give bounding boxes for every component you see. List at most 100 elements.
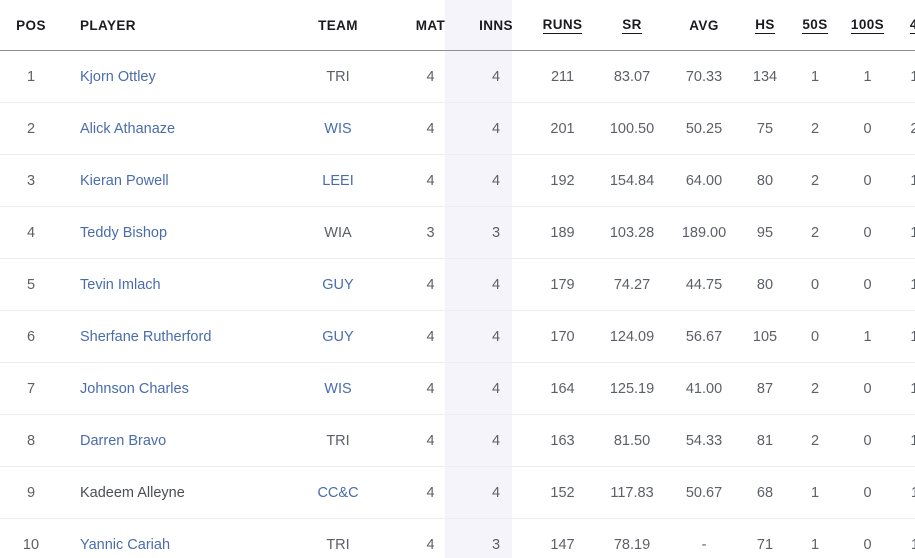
cell-runs: 201 bbox=[529, 103, 596, 155]
cell-runs: 189 bbox=[529, 207, 596, 259]
column-header-label: 50S bbox=[802, 17, 827, 34]
cell-hundreds: 1 bbox=[840, 311, 895, 363]
cell-position: 4 bbox=[0, 207, 62, 259]
cell-fifties: 2 bbox=[790, 155, 840, 207]
column-header-label: RUNS bbox=[543, 17, 583, 34]
cell-team: WIS bbox=[278, 103, 398, 155]
cell-position: 2 bbox=[0, 103, 62, 155]
cell-mat: 4 bbox=[398, 519, 463, 558]
cell-player: Johnson Charles bbox=[62, 363, 278, 415]
cell-position: 8 bbox=[0, 415, 62, 467]
cell-hundreds: 0 bbox=[840, 363, 895, 415]
cell-fours: 18 bbox=[895, 207, 915, 259]
cell-runs: 152 bbox=[529, 467, 596, 519]
cell-mat: 4 bbox=[398, 155, 463, 207]
player-link[interactable]: Yannic Cariah bbox=[80, 537, 170, 553]
player-name: Kadeem Alleyne bbox=[80, 485, 185, 501]
column-header-fours[interactable]: 4S bbox=[895, 0, 915, 51]
cell-player: Yannic Cariah bbox=[62, 519, 278, 558]
table-row: 7Johnson CharlesWIS44164125.1941.0087201… bbox=[0, 363, 915, 415]
cell-player: Kjorn Ottley bbox=[62, 51, 278, 103]
table-row: 6Sherfane RutherfordGUY44170124.0956.671… bbox=[0, 311, 915, 363]
column-header-fifties[interactable]: 50S bbox=[790, 0, 840, 51]
cell-fifties: 2 bbox=[790, 103, 840, 155]
cell-avg: 50.25 bbox=[668, 103, 740, 155]
cell-hs: 105 bbox=[740, 311, 790, 363]
cell-fours: 11 bbox=[895, 519, 915, 558]
cell-hundreds: 0 bbox=[840, 207, 895, 259]
cell-sr: 124.09 bbox=[596, 311, 668, 363]
column-header-team: TEAM bbox=[278, 0, 398, 51]
cell-team: WIS bbox=[278, 363, 398, 415]
column-header-hs[interactable]: HS bbox=[740, 0, 790, 51]
cell-sr: 117.83 bbox=[596, 467, 668, 519]
cell-hs: 71 bbox=[740, 519, 790, 558]
cell-hundreds: 0 bbox=[840, 259, 895, 311]
cell-team: TRI bbox=[278, 415, 398, 467]
cell-fours: 11 bbox=[895, 467, 915, 519]
cell-position: 5 bbox=[0, 259, 62, 311]
cell-sr: 81.50 bbox=[596, 415, 668, 467]
cell-avg: - bbox=[668, 519, 740, 558]
cell-sr: 100.50 bbox=[596, 103, 668, 155]
table-row: 1Kjorn OttleyTRI4421183.0770.3313411194 bbox=[0, 51, 915, 103]
column-header-label: PLAYER bbox=[80, 18, 136, 33]
cell-fifties: 2 bbox=[790, 363, 840, 415]
cell-hs: 87 bbox=[740, 363, 790, 415]
column-header-sr[interactable]: SR bbox=[596, 0, 668, 51]
team-name: TRI bbox=[326, 433, 349, 449]
table-body: 1Kjorn OttleyTRI4421183.0770.33134111942… bbox=[0, 51, 915, 558]
column-header-label: INNS bbox=[479, 18, 513, 33]
cell-team: LEEI bbox=[278, 155, 398, 207]
player-link[interactable]: Teddy Bishop bbox=[80, 225, 167, 241]
player-link[interactable]: Johnson Charles bbox=[80, 381, 189, 397]
team-link[interactable]: GUY bbox=[322, 329, 353, 345]
player-link[interactable]: Tevin Imlach bbox=[80, 277, 161, 293]
cell-team: WIA bbox=[278, 207, 398, 259]
table-row: 4Teddy BishopWIA33189103.28189.009520183 bbox=[0, 207, 915, 259]
cell-team: GUY bbox=[278, 311, 398, 363]
cell-runs: 147 bbox=[529, 519, 596, 558]
cell-avg: 50.67 bbox=[668, 467, 740, 519]
team-link[interactable]: CC&C bbox=[317, 485, 358, 501]
player-link[interactable]: Alick Athanaze bbox=[80, 121, 175, 137]
player-link[interactable]: Kieran Powell bbox=[80, 173, 169, 189]
cell-mat: 4 bbox=[398, 259, 463, 311]
cell-inns: 4 bbox=[463, 415, 529, 467]
team-link[interactable]: LEEI bbox=[322, 173, 353, 189]
team-name: TRI bbox=[326, 69, 349, 85]
cell-fours: 17 bbox=[895, 155, 915, 207]
player-link[interactable]: Darren Bravo bbox=[80, 433, 166, 449]
player-link[interactable]: Kjorn Ottley bbox=[80, 69, 156, 85]
cell-player: Kadeem Alleyne bbox=[62, 467, 278, 519]
cell-sr: 154.84 bbox=[596, 155, 668, 207]
cell-inns: 3 bbox=[463, 207, 529, 259]
cell-runs: 170 bbox=[529, 311, 596, 363]
cell-hs: 95 bbox=[740, 207, 790, 259]
table-row: 5Tevin ImlachGUY4417974.2744.758000132 bbox=[0, 259, 915, 311]
column-header-label: POS bbox=[16, 18, 46, 33]
cell-sr: 103.28 bbox=[596, 207, 668, 259]
table-header: POSPLAYERTEAMMATINNSRUNSSRAVGHS50S100S4S… bbox=[0, 0, 915, 51]
cell-avg: 70.33 bbox=[668, 51, 740, 103]
cell-avg: 41.00 bbox=[668, 363, 740, 415]
column-header-hundreds[interactable]: 100S bbox=[840, 0, 895, 51]
cell-inns: 3 bbox=[463, 519, 529, 558]
cell-position: 6 bbox=[0, 311, 62, 363]
cell-runs: 164 bbox=[529, 363, 596, 415]
table-row: 10Yannic CariahTRI4314778.19-7110113 bbox=[0, 519, 915, 558]
column-header-label: TEAM bbox=[318, 18, 358, 33]
column-header-pos: POS bbox=[0, 0, 62, 51]
team-link[interactable]: GUY bbox=[322, 277, 353, 293]
team-link[interactable]: WIS bbox=[324, 381, 351, 397]
cell-hundreds: 0 bbox=[840, 519, 895, 558]
cell-avg: 44.75 bbox=[668, 259, 740, 311]
column-header-runs[interactable]: RUNS bbox=[529, 0, 596, 51]
cell-fifties: 2 bbox=[790, 207, 840, 259]
team-link[interactable]: WIS bbox=[324, 121, 351, 137]
cell-hs: 80 bbox=[740, 259, 790, 311]
player-link[interactable]: Sherfane Rutherford bbox=[80, 329, 211, 345]
column-header-label: SR bbox=[622, 17, 642, 34]
cell-fifties: 1 bbox=[790, 519, 840, 558]
cell-runs: 192 bbox=[529, 155, 596, 207]
